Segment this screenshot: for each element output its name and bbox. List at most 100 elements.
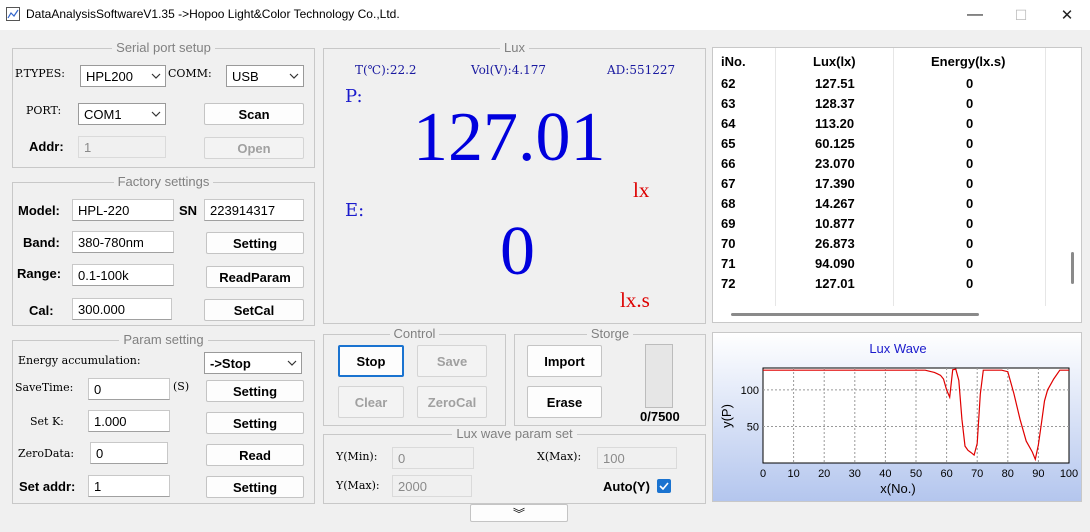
cell-ino: 66 [721, 156, 736, 171]
table-row[interactable]: 70 26.873 0 [713, 236, 1053, 256]
table-row[interactable]: 63 128.37 0 [713, 96, 1053, 116]
maximize-button[interactable]: ☐ [998, 0, 1044, 30]
chart-title: Lux Wave [869, 341, 926, 356]
save-button[interactable]: Save [417, 345, 487, 377]
x-tick-label: 30 [849, 468, 861, 480]
table-row[interactable]: 62 127.51 0 [713, 76, 1053, 96]
ymax-field[interactable]: 2000 [392, 475, 472, 497]
comm-select[interactable]: USB [226, 65, 304, 87]
model-field[interactable]: HPL-220 [72, 199, 174, 221]
vertical-scrollbar-thumb[interactable] [1071, 252, 1074, 284]
zerodata-field[interactable]: 0 [90, 442, 168, 464]
cell-energy: 0 [966, 136, 974, 151]
ymin-field[interactable]: 0 [392, 447, 474, 469]
savetime-unit: (S) [173, 380, 190, 393]
ad-readout: AD:551227 [607, 63, 676, 77]
cell-energy: 0 [966, 216, 974, 231]
range-field[interactable]: 0.1-100k [72, 264, 174, 286]
setaddr-setting-button[interactable]: Setting [206, 476, 304, 498]
y-tick-label: 50 [747, 421, 759, 433]
setaddr-field[interactable]: 1 [88, 475, 170, 497]
ptypes-select[interactable]: HPL200 [80, 65, 166, 87]
cal-field[interactable]: 300.000 [72, 298, 172, 320]
horizontal-scrollbar-thumb[interactable] [731, 313, 979, 316]
xmax-field[interactable]: 100 [597, 447, 677, 469]
cell-lux: 128.37 [815, 96, 855, 111]
power-unit: lx [633, 178, 650, 202]
port-label: PORT: [26, 104, 62, 117]
set-cal-button[interactable]: SetCal [204, 299, 304, 321]
band-setting-button[interactable]: Setting [206, 232, 304, 254]
x-tick-label: 60 [940, 468, 952, 480]
auto-y-checkbox[interactable] [657, 479, 671, 493]
chevron-down-icon [285, 66, 303, 86]
table-row[interactable]: 65 60.125 0 [713, 136, 1053, 156]
x-tick-label: 70 [971, 468, 983, 480]
read-param-button[interactable]: ReadParam [206, 266, 304, 288]
cell-energy: 0 [966, 236, 974, 251]
clear-button[interactable]: Clear [338, 386, 404, 418]
voltage-readout: Vol(V):4.177 [471, 63, 547, 77]
addr-field[interactable]: 1 [78, 136, 166, 158]
energy-select[interactable]: ->Stop [204, 352, 302, 374]
chevron-down-icon [147, 104, 165, 124]
param-setting-title: Param setting [119, 332, 208, 347]
table-row[interactable]: 72 127.01 0 [713, 276, 1053, 296]
table-row[interactable]: 71 94.090 0 [713, 256, 1053, 276]
data-table: iNo. Lux(lx) Energy(lx.s) 62 127.51 0 63 12… [712, 47, 1082, 323]
cell-energy: 0 [966, 196, 974, 211]
scan-button[interactable]: Scan [204, 103, 304, 125]
cal-label: Cal: [29, 303, 54, 318]
sn-field[interactable]: 223914317 [204, 199, 304, 221]
e-label: E: [345, 200, 365, 221]
table-row[interactable]: 64 113.20 0 [713, 116, 1053, 136]
cell-lux: 26.873 [815, 236, 855, 251]
savetime-setting-button[interactable]: Setting [206, 380, 304, 402]
read-button[interactable]: Read [206, 444, 304, 466]
zerocal-button[interactable]: ZeroCal [417, 386, 487, 418]
cell-ino: 69 [721, 216, 736, 231]
comm-value: USB [232, 68, 259, 84]
minimize-button[interactable]: — [952, 0, 998, 30]
chevron-down-icon [147, 66, 165, 86]
energy-value: ->Stop [210, 355, 251, 371]
double-chevron-down-icon: ︾ [512, 506, 525, 521]
import-button[interactable]: Import [527, 345, 602, 377]
setk-setting-button[interactable]: Setting [206, 412, 304, 434]
table-row[interactable]: 67 17.390 0 [713, 176, 1053, 196]
window-title: DataAnalysisSoftwareV1.35 ->Hopoo Light&… [26, 7, 400, 21]
lux-wave-chart: Lux Wave 0 10 20 30 40 50 60 70 80 90 100 50 100 x(N… [712, 332, 1082, 502]
x-tick-label: 0 [760, 468, 766, 480]
ptypes-value: HPL200 [86, 68, 133, 84]
table-row[interactable]: 68 14.267 0 [713, 196, 1053, 216]
savetime-field[interactable]: 0 [88, 378, 170, 400]
x-tick-label: 50 [910, 468, 922, 480]
temperature-readout: T(℃):22.2 [355, 63, 417, 77]
port-select[interactable]: COM1 [78, 103, 166, 125]
table-row[interactable]: 69 10.877 0 [713, 216, 1053, 236]
close-button[interactable]: ✕ [1044, 0, 1090, 30]
sn-label: SN [179, 203, 198, 218]
table-row[interactable]: 66 23.070 0 [713, 156, 1053, 176]
app-icon [6, 7, 20, 21]
y-tick-label: 100 [741, 385, 759, 397]
open-button[interactable]: Open [204, 137, 304, 159]
storage-progress-bar [645, 344, 673, 408]
setk-field[interactable]: 1.000 [88, 410, 170, 432]
stop-button[interactable]: Stop [338, 345, 404, 377]
cell-energy: 0 [966, 276, 974, 291]
zerodata-label: ZeroData: [18, 447, 75, 460]
energy-unit: lx.s [620, 288, 650, 312]
erase-button[interactable]: Erase [527, 386, 602, 418]
x-tick-label: 100 [1060, 468, 1078, 480]
collapse-toggle-button[interactable]: ︾ [470, 504, 568, 522]
x-axis-label: x(No.) [880, 481, 915, 496]
cell-ino: 72 [721, 276, 736, 291]
cell-lux: 113.20 [815, 116, 855, 131]
cell-energy: 0 [966, 116, 974, 131]
addr-label: Addr: [29, 139, 64, 154]
band-field[interactable]: 380-780nm [72, 231, 174, 253]
cell-lux: 10.877 [815, 216, 855, 231]
cell-lux: 14.267 [815, 196, 855, 211]
setaddr-label: Set addr: [19, 479, 76, 494]
